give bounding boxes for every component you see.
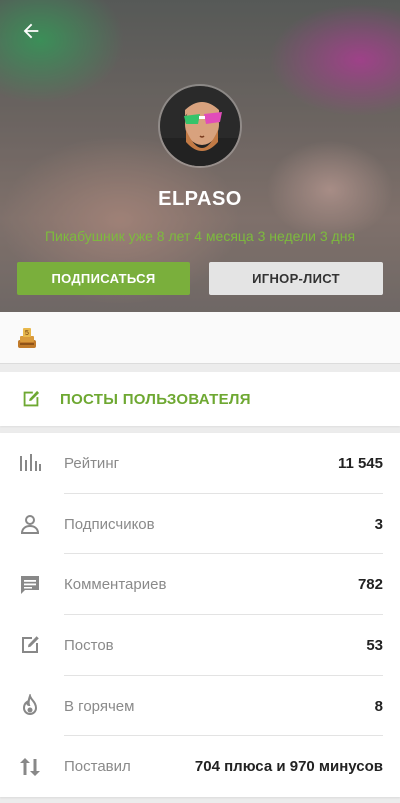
avatar [158, 84, 242, 168]
svg-text:5: 5 [25, 330, 29, 337]
stat-row-votes: Поставил 704 плюса и 970 минусов [0, 736, 400, 797]
stat-value: 782 [357, 576, 383, 594]
stat-row-subscribers: Подписчиков 3 [0, 494, 400, 555]
tenure-text: Пикабушник уже 8 лет 4 месяца 3 недели 3… [44, 228, 356, 244]
stats-list: Рейтинг 11 545 Подписчиков 3 Комментарие… [0, 433, 400, 797]
awards-row: 5 [0, 312, 400, 364]
edit-post-icon [18, 633, 42, 657]
stat-label: Поставил [64, 758, 131, 776]
up-down-arrows-icon [18, 755, 42, 779]
stat-row-hot: В горячем 8 [0, 676, 400, 737]
edit-post-icon [23, 390, 40, 407]
stat-value: 11 545 [337, 454, 383, 472]
stat-value: 3 [374, 515, 383, 533]
arrow-left-icon [23, 23, 39, 39]
person-icon [18, 512, 42, 536]
ignore-list-button[interactable]: ИГНОР-ЛИСТ [209, 262, 383, 295]
stat-value: 53 [366, 636, 383, 654]
rating-bars-icon [18, 451, 42, 475]
stat-label: В горячем [64, 697, 135, 715]
flame-icon [18, 694, 42, 718]
stat-value: 8 [374, 697, 383, 715]
profile-header: ELPASO Пикабушник уже 8 лет 4 месяца 3 н… [0, 0, 400, 312]
back-button[interactable] [14, 14, 48, 48]
stat-label: Подписчиков [64, 515, 155, 533]
user-posts-link[interactable]: ПОСТЫ ПОЛЬЗОВАТЕЛЯ [0, 372, 400, 426]
profile-page: ELPASO Пикабушник уже 8 лет 4 месяца 3 н… [0, 0, 400, 803]
stat-row-comments: Комментариев 782 [0, 554, 400, 616]
stat-value: 704 плюса и 970 минусов [194, 758, 383, 776]
award-badge-icon[interactable]: 5 [16, 326, 38, 350]
stat-label: Рейтинг [64, 454, 120, 472]
stat-label: Комментариев [64, 576, 167, 594]
stat-row-rating: Рейтинг 11 545 [0, 433, 400, 494]
username: ELPASO [158, 188, 242, 210]
user-posts-label: ПОСТЫ ПОЛЬЗОВАТЕЛЯ [60, 390, 251, 408]
subscribe-button[interactable]: ПОДПИСАТЬСЯ [17, 262, 190, 295]
stat-label: Постов [64, 636, 114, 654]
comment-icon [18, 573, 42, 597]
stat-row-posts: Постов 53 [0, 615, 400, 676]
